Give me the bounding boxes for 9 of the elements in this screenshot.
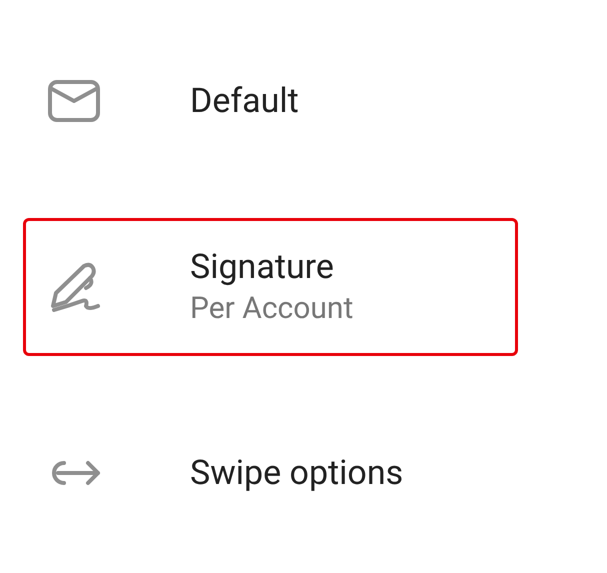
pen-signature-icon (48, 262, 102, 312)
settings-item[interactable]: Default (23, 36, 518, 166)
envelope-icon (48, 80, 100, 122)
item-title: Default (190, 80, 299, 122)
highlighted-settings-item[interactable]: Signature Per Account (23, 218, 518, 356)
settings-item[interactable]: Swipe options (23, 408, 518, 538)
item-title: Swipe options (190, 452, 404, 494)
item-title: Signature (190, 246, 335, 288)
item-subtitle: Per Account (190, 291, 354, 328)
